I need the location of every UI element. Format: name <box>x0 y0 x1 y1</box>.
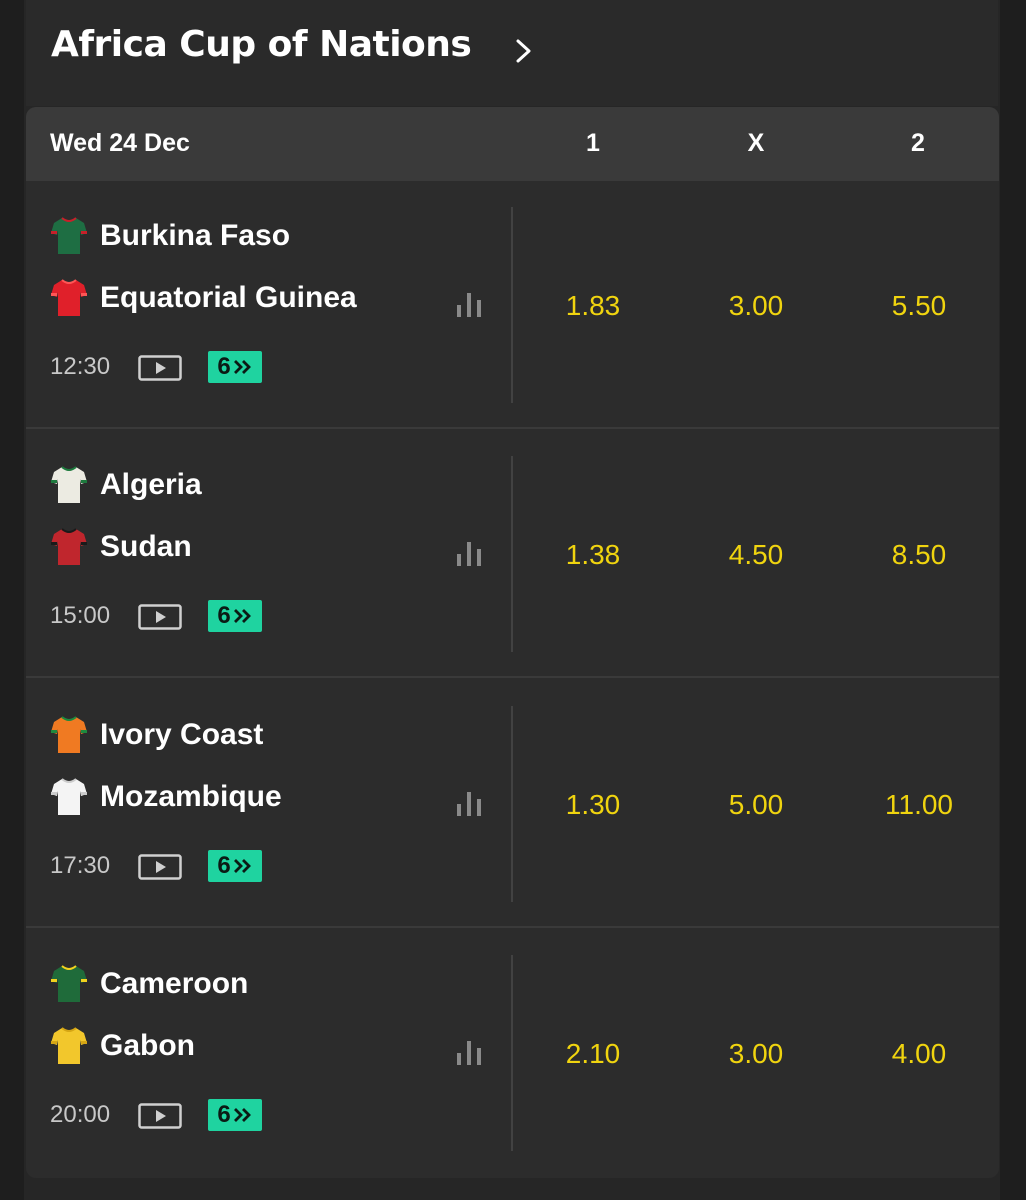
boost-badge[interactable]: 6 <box>208 1099 262 1131</box>
odds-home-button[interactable]: 1.30 <box>518 789 668 821</box>
away-team[interactable]: Sudan <box>50 527 192 567</box>
stats-icon[interactable] <box>456 540 482 566</box>
chevron-right-icon[interactable] <box>512 36 536 66</box>
odds-away-button[interactable]: 5.50 <box>844 290 994 322</box>
competition-header[interactable]: Africa Cup of Nations <box>26 0 998 106</box>
event-row[interactable]: Burkina Faso Equatorial Guinea 12:30 6 1.83 3… <box>26 181 999 429</box>
coupon-card: Wed 24 Dec 1 X 2 Burkina Faso Equatorial … <box>26 107 999 1178</box>
odds-away-button[interactable]: 11.00 <box>844 789 994 821</box>
kickoff-time: 20:00 <box>50 1101 111 1128</box>
kickoff-time: 17:30 <box>50 852 111 879</box>
stats-icon[interactable] <box>456 291 482 317</box>
boost-count: 6 <box>217 353 231 380</box>
away-team-name: Mozambique <box>100 780 282 813</box>
market-header: Wed 24 Dec 1 X 2 <box>26 107 999 181</box>
home-team[interactable]: Ivory Coast <box>50 715 263 755</box>
event-row[interactable]: Algeria Sudan 15:00 6 1.38 4.50 8.50 <box>26 430 999 678</box>
odds-draw-button[interactable]: 3.00 <box>681 290 831 322</box>
boost-count: 6 <box>217 852 231 879</box>
home-team-name: Cameroon <box>100 967 249 1000</box>
odds-home-button[interactable]: 1.38 <box>518 539 668 571</box>
odds-away-button[interactable]: 4.00 <box>844 1038 994 1070</box>
boost-chevrons-icon <box>233 360 251 374</box>
competition-title[interactable]: Africa Cup of Nations <box>51 24 472 65</box>
away-team-name: Equatorial Guinea <box>100 281 357 314</box>
row-divider <box>511 207 513 403</box>
play-icon[interactable] <box>138 854 182 880</box>
event-row[interactable]: Ivory Coast Mozambique 17:30 6 1.30 5.00 11.00 <box>26 680 999 928</box>
away-team[interactable]: Gabon <box>50 1026 195 1066</box>
home-team-name: Algeria <box>100 468 202 501</box>
boost-badge[interactable]: 6 <box>208 351 262 383</box>
boost-badge[interactable]: 6 <box>208 600 262 632</box>
boost-chevrons-icon <box>233 1108 251 1122</box>
away-shirt-icon <box>51 1027 87 1064</box>
column-away: 2 <box>911 129 925 157</box>
column-draw: X <box>747 129 765 157</box>
date-label: Wed 24 Dec <box>50 129 190 157</box>
away-shirt-icon <box>51 528 87 565</box>
right-gutter <box>1000 0 1026 1200</box>
boost-chevrons-icon <box>233 859 251 873</box>
boost-chevrons-icon <box>233 609 251 623</box>
away-team-name: Gabon <box>100 1029 195 1062</box>
odds-draw-button[interactable]: 5.00 <box>681 789 831 821</box>
home-team[interactable]: Burkina Faso <box>50 216 290 256</box>
away-team[interactable]: Equatorial Guinea <box>50 278 357 318</box>
home-team[interactable]: Cameroon <box>50 964 248 1004</box>
row-divider <box>511 955 513 1151</box>
home-team-name: Ivory Coast <box>100 718 264 751</box>
stats-icon[interactable] <box>456 790 482 816</box>
away-team[interactable]: Mozambique <box>50 777 282 817</box>
away-shirt-icon <box>51 778 87 815</box>
home-shirt-icon <box>51 716 87 753</box>
away-team-name: Sudan <box>100 530 192 563</box>
play-icon[interactable] <box>138 355 182 381</box>
home-team[interactable]: Algeria <box>50 465 202 505</box>
home-shirt-icon <box>51 466 87 503</box>
stats-icon[interactable] <box>456 1039 482 1065</box>
row-divider <box>511 456 513 652</box>
odds-draw-button[interactable]: 3.00 <box>681 1038 831 1070</box>
home-shirt-icon <box>51 965 87 1002</box>
boost-count: 6 <box>217 602 231 629</box>
row-divider <box>511 706 513 902</box>
event-row[interactable]: Cameroon Gabon 20:00 6 2.10 3.00 4.00 <box>26 929 999 1177</box>
odds-away-button[interactable]: 8.50 <box>844 539 994 571</box>
boost-badge[interactable]: 6 <box>208 850 262 882</box>
odds-draw-button[interactable]: 4.50 <box>681 539 831 571</box>
left-gutter <box>0 0 24 1200</box>
home-shirt-icon <box>51 217 87 254</box>
kickoff-time: 15:00 <box>50 602 111 629</box>
kickoff-time: 12:30 <box>50 353 111 380</box>
away-shirt-icon <box>51 279 87 316</box>
column-home: 1 <box>586 129 600 157</box>
play-icon[interactable] <box>138 604 182 630</box>
play-icon[interactable] <box>138 1103 182 1129</box>
boost-count: 6 <box>217 1101 231 1128</box>
odds-home-button[interactable]: 2.10 <box>518 1038 668 1070</box>
odds-home-button[interactable]: 1.83 <box>518 290 668 322</box>
home-team-name: Burkina Faso <box>100 219 291 252</box>
